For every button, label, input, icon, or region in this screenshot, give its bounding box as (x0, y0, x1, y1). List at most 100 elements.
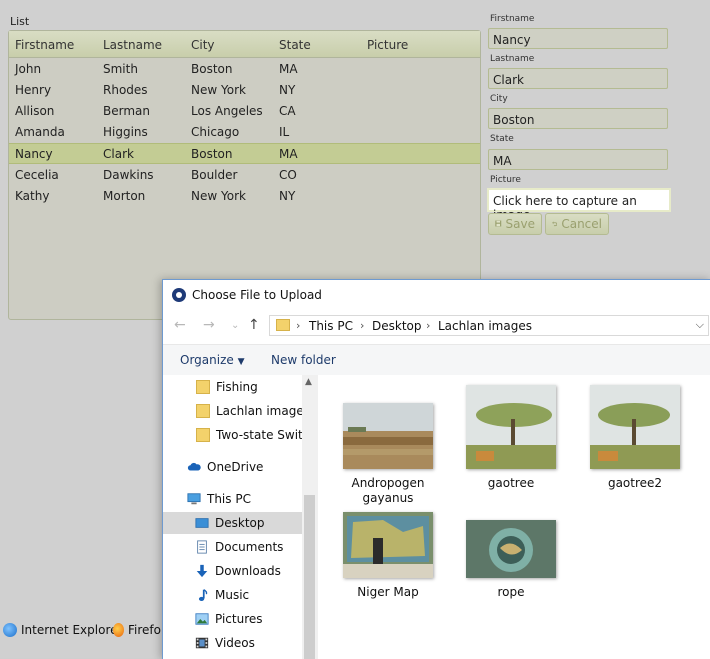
address-dropdown-icon[interactable]: ⌵ (696, 318, 704, 332)
documents-icon (197, 540, 207, 554)
chevron-right-icon[interactable]: › (426, 319, 430, 332)
cell-city: Chicago (191, 125, 240, 139)
nav-item-lachlan-images[interactable]: Lachlan images (196, 400, 310, 422)
taskbar-internet-explorer[interactable]: Internet Explorer (3, 620, 122, 640)
firstname-label: Firstname (490, 14, 535, 24)
up-arrow-icon[interactable]: ↑ (248, 317, 260, 333)
city-label: City (490, 94, 508, 104)
lastname-field[interactable]: Clark (488, 68, 668, 89)
nav-item-desktop[interactable]: Desktop (163, 512, 302, 534)
cell-city: Boston (191, 147, 233, 161)
nav-item-label: OneDrive (207, 460, 264, 474)
file-tile-gaotree[interactable]: gaotree (451, 385, 571, 491)
nav-item-music[interactable]: Music (195, 584, 249, 606)
navigation-pane: Fishing Lachlan images Two-state Switch … (163, 375, 318, 659)
nav-item-downloads[interactable]: Downloads (195, 560, 281, 582)
city-field[interactable]: Boston (488, 108, 668, 129)
file-tile-andropogen-gayanus[interactable]: Andropogen gayanus (328, 403, 448, 506)
nav-item-two-state-switch[interactable]: Two-state Switch (196, 424, 302, 446)
nav-item-label: Music (215, 588, 250, 602)
nav-item-label: Two-state Switch (216, 428, 302, 442)
list-title: List (10, 15, 30, 28)
nav-item-videos[interactable]: Videos (195, 632, 255, 654)
nav-item-label: Videos (215, 636, 255, 650)
nav-item-fishing[interactable]: Fishing (196, 376, 258, 398)
nav-pane-scrollbar[interactable]: ▲ (302, 375, 317, 659)
organize-button[interactable]: Organize ▼ (180, 353, 245, 367)
scroll-up-arrow-icon[interactable]: ▲ (305, 377, 312, 387)
column-header-picture[interactable]: Picture (367, 38, 408, 52)
map-photo-thumbnail (343, 512, 433, 578)
cloud-icon (187, 462, 201, 471)
taskbar-ff-label: Firefo (128, 623, 161, 637)
picture-label: Picture (490, 175, 521, 185)
cell-state: IL (279, 125, 290, 139)
save-button[interactable]: Save (488, 213, 542, 235)
nav-item-label: Documents (215, 540, 284, 554)
folder-icon (276, 319, 290, 331)
table-row[interactable]: John Smith Boston MA (9, 59, 480, 79)
recent-locations-chevron-icon[interactable]: ⌄ (231, 320, 239, 331)
internet-explorer-icon (3, 623, 17, 637)
state-field[interactable]: MA (488, 149, 668, 170)
cell-city: New York (191, 189, 246, 203)
table-row-selected[interactable]: Nancy Clark Boston MA (9, 143, 480, 164)
cancel-button[interactable]: Cancel (545, 213, 609, 235)
taskbar-firefox[interactable]: Firefo (113, 620, 161, 640)
forward-arrow-icon[interactable]: → (203, 317, 215, 333)
nav-item-onedrive[interactable]: OneDrive (187, 456, 263, 478)
table-row[interactable]: Henry Rhodes New York NY (9, 80, 480, 100)
breadcrumb-desktop[interactable]: Desktop (372, 319, 422, 333)
new-folder-button[interactable]: New folder (271, 353, 336, 367)
cell-state: CO (279, 168, 297, 182)
navigation-bar: ← → ⌄ ↑ › This PC › Desktop › Lachlan im… (163, 313, 710, 339)
cell-city: Boston (191, 62, 233, 76)
file-tile-niger-map[interactable]: Niger Map (328, 512, 448, 600)
nav-item-this-pc[interactable]: This PC (187, 488, 251, 510)
cell-city: Los Angeles (191, 104, 263, 118)
table-row[interactable]: Kathy Morton New York NY (9, 186, 480, 206)
dialog-titlebar[interactable]: Choose File to Upload (163, 280, 710, 310)
cell-lastname: Dawkins (103, 168, 154, 182)
grass-field-thumbnail (343, 403, 433, 469)
nav-item-label: Lachlan images (216, 404, 310, 418)
table-row[interactable]: Amanda Higgins Chicago IL (9, 122, 480, 142)
column-header-firstname[interactable]: Firstname (15, 38, 74, 52)
tree-thumbnail (590, 385, 680, 469)
capture-image-button[interactable]: Click here to capture an image. (487, 188, 671, 222)
back-arrow-icon[interactable]: ← (174, 317, 186, 333)
file-name: gaotree (487, 476, 535, 490)
desktop-icon (195, 518, 209, 528)
cell-firstname: Cecelia (15, 168, 59, 182)
command-bar: Organize ▼ New folder (163, 344, 710, 376)
file-tile-rope[interactable]: rope (451, 520, 571, 600)
column-header-lastname[interactable]: Lastname (103, 38, 162, 52)
breadcrumb-lachlan-images[interactable]: Lachlan images (438, 319, 532, 333)
file-name: gaotree2 (607, 476, 663, 490)
app-icon (172, 288, 186, 302)
cell-state: MA (279, 147, 298, 161)
state-label: State (490, 134, 514, 144)
tree-thumbnail (466, 385, 556, 469)
chevron-right-icon[interactable]: › (360, 319, 364, 332)
cell-state: MA (279, 62, 298, 76)
chevron-right-icon[interactable]: › (296, 319, 300, 332)
table-row[interactable]: Cecelia Dawkins Boulder CO (9, 165, 480, 185)
column-header-state[interactable]: State (279, 38, 311, 52)
computer-icon (187, 493, 201, 505)
scrollbar-thumb[interactable] (304, 495, 315, 659)
undo-arrow-icon (552, 221, 558, 227)
cell-state: NY (279, 189, 296, 203)
firstname-field[interactable]: Nancy (488, 28, 668, 49)
column-header-city[interactable]: City (191, 38, 215, 52)
file-tile-gaotree2[interactable]: gaotree2 (575, 385, 695, 491)
save-button-label: Save (505, 217, 535, 231)
firefox-icon (113, 623, 125, 637)
breadcrumb-this-pc[interactable]: This PC (309, 319, 353, 333)
nav-item-pictures[interactable]: Pictures (195, 608, 263, 630)
address-bar[interactable]: › This PC › Desktop › Lachlan images ⌵ (269, 315, 709, 336)
nav-item-documents[interactable]: Documents (195, 536, 283, 558)
dialog-title: Choose File to Upload (192, 288, 322, 302)
table-row[interactable]: Allison Berman Los Angeles CA (9, 101, 480, 121)
taskbar-ie-label: Internet Explorer (21, 623, 123, 637)
